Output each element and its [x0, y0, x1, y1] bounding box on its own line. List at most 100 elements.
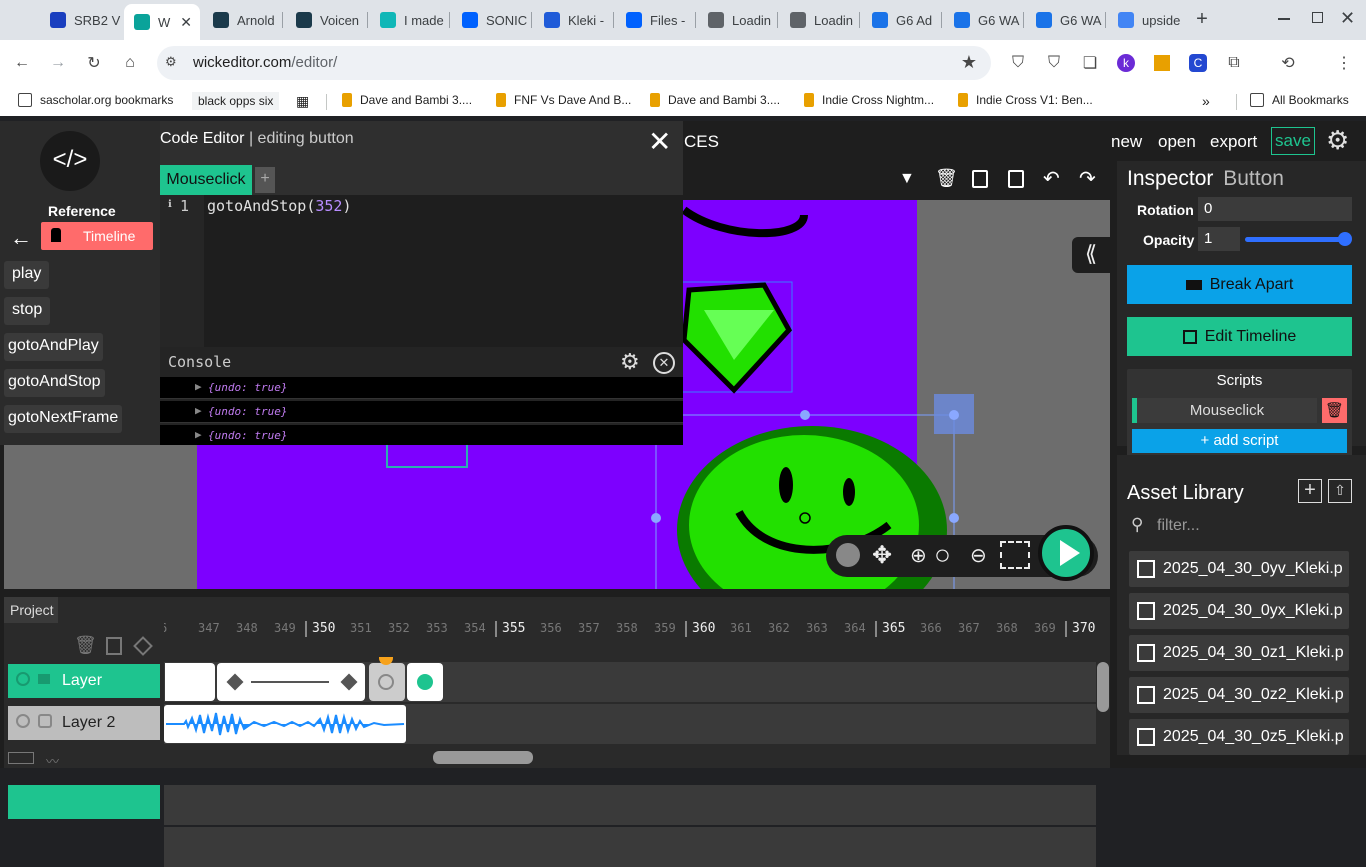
frame-number[interactable]: 360: [692, 621, 715, 636]
frame-number[interactable]: 347: [198, 621, 220, 635]
open-button[interactable]: open: [1158, 132, 1196, 152]
rotation-input[interactable]: 0: [1198, 197, 1352, 221]
layer-visible-icon[interactable]: [16, 672, 30, 686]
forward-icon[interactable]: →: [48, 53, 68, 73]
bookmark-dave-bambi-2[interactable]: Dave and Bambi 3....: [650, 93, 780, 107]
asset-item[interactable]: 2025_04_30_0yx_Kleki.p: [1129, 593, 1349, 629]
timeline-scrollbar-v[interactable]: [1097, 662, 1109, 712]
bookmark-indie-cross-v1[interactable]: Indie Cross V1: Ben...: [958, 93, 1093, 107]
frame-number[interactable]: 348: [236, 621, 258, 635]
frame-number[interactable]: 353: [426, 621, 448, 635]
close-window-icon[interactable]: ✕: [1340, 8, 1355, 29]
tab-close-icon[interactable]: ✕: [180, 14, 192, 31]
layer-visible-icon[interactable]: [16, 714, 30, 728]
apps-grid-icon[interactable]: ▦: [296, 93, 309, 110]
close-code-editor-icon[interactable]: ✕: [648, 125, 671, 158]
browser-tab[interactable]: G6 WA: [1026, 6, 1106, 34]
browser-tab[interactable]: W ✕: [124, 4, 200, 40]
ref-gotonextframe-button[interactable]: gotoNextFrame: [4, 405, 123, 433]
back-icon[interactable]: ←: [12, 53, 32, 73]
zoom-out-icon[interactable]: ⊖: [970, 543, 987, 568]
copy-icon[interactable]: [972, 170, 988, 188]
layer-item-2[interactable]: Layer 2: [8, 706, 160, 740]
delete-layer-icon[interactable]: 🗑: [74, 635, 97, 656]
frame-number[interactable]: 358: [616, 621, 638, 635]
save-button[interactable]: save: [1271, 127, 1315, 155]
bookmark-indie-cross-nightmare[interactable]: Indie Cross Nightm...: [804, 93, 934, 107]
site-info-icon[interactable]: ⚙: [165, 54, 177, 70]
asset-item[interactable]: 2025_04_30_0yv_Kleki.p: [1129, 551, 1349, 587]
timeline-category-button[interactable]: Timeline: [41, 222, 153, 250]
ref-gotoandstop-button[interactable]: gotoAndStop: [4, 369, 105, 397]
extension-k-icon[interactable]: k: [1116, 53, 1136, 73]
restore-icon[interactable]: [1312, 12, 1323, 23]
opacity-input[interactable]: 1: [1198, 227, 1240, 251]
asset-item[interactable]: 2025_04_30_0z5_Kleki.p: [1129, 719, 1349, 755]
frame-number[interactable]: 364: [844, 621, 866, 635]
extension-c-icon[interactable]: C: [1188, 53, 1208, 73]
fit-screen-icon[interactable]: [1000, 541, 1030, 569]
asset-item[interactable]: 2025_04_30_0z2_Kleki.p: [1129, 677, 1349, 713]
break-apart-button[interactable]: Break Apart: [1127, 265, 1352, 304]
all-bookmarks[interactable]: All Bookmarks: [1250, 93, 1349, 107]
frame-number[interactable]: 366: [920, 621, 942, 635]
new-tab-button[interactable]: +: [1192, 8, 1212, 32]
frame-number[interactable]: 370: [1072, 621, 1095, 636]
bookmark-fnf-vs-dave[interactable]: FNF Vs Dave And B...: [496, 93, 631, 107]
asset-item[interactable]: 2025_04_30_0z1_Kleki.p: [1129, 635, 1349, 671]
keyframe-frame[interactable]: [407, 663, 443, 701]
frame-number[interactable]: 368: [996, 621, 1018, 635]
frame-number[interactable]: 6: [164, 621, 167, 635]
delete-script-trash-icon[interactable]: 🗑: [1322, 398, 1347, 423]
opacity-slider[interactable]: [1245, 232, 1352, 246]
frame-block[interactable]: [165, 663, 215, 701]
layer-lock-icon[interactable]: [38, 674, 50, 684]
play-preview-button[interactable]: [1038, 525, 1094, 581]
extensions-puzzle-icon[interactable]: ⧉: [1224, 53, 1244, 73]
timeline-scrollbar-h[interactable]: [433, 751, 533, 764]
browser-tab[interactable]: G6 WA: [944, 6, 1024, 34]
reload-icon[interactable]: ↻: [84, 53, 104, 73]
script-tab-mouseclick[interactable]: Mouseclick: [160, 165, 252, 195]
extension-shield-icon[interactable]: ⛉: [1008, 53, 1028, 73]
upload-asset-icon[interactable]: ⇧: [1328, 479, 1352, 503]
frame-number[interactable]: 363: [806, 621, 828, 635]
bookmark-black-opps[interactable]: black opps six: [192, 92, 280, 110]
extension-lock-icon[interactable]: [1152, 53, 1172, 73]
redo-icon[interactable]: ↷: [1079, 166, 1096, 191]
add-layer-icon[interactable]: [8, 752, 34, 764]
frame-number[interactable]: 355: [502, 621, 525, 636]
zoom-icon[interactable]: ○: [934, 539, 951, 571]
frame-number[interactable]: 349: [274, 621, 296, 635]
browser-tab[interactable]: Voicen: [286, 6, 368, 34]
console-close-icon[interactable]: ✕: [653, 352, 675, 374]
frame-number[interactable]: 365: [882, 621, 905, 636]
console-row[interactable]: ▶ {undo: true}: [160, 425, 683, 445]
address-bar[interactable]: ⚙ wickeditor.com/editor/ ★: [157, 46, 991, 80]
zoom-in-icon[interactable]: ⊕: [910, 543, 927, 568]
ref-gotoandplay-button[interactable]: gotoAndPlay: [4, 333, 103, 361]
bookmark-sascholar[interactable]: sascholar.org bookmarks: [18, 93, 173, 107]
console-row[interactable]: ▶ {undo: true}: [160, 401, 683, 423]
menu-kebab-icon[interactable]: ⋮: [1334, 53, 1354, 73]
browser-tab[interactable]: SRB2 V: [40, 6, 122, 34]
frame-number[interactable]: 351: [350, 621, 372, 635]
console-settings-icon[interactable]: ⚙: [620, 349, 640, 375]
layer-button-1[interactable]: [8, 785, 160, 819]
frames-row-2[interactable]: [164, 827, 1096, 867]
edit-timeline-button[interactable]: Edit Timeline: [1127, 317, 1352, 356]
frame-number[interactable]: 359: [654, 621, 676, 635]
opacity-slider-knob[interactable]: [1338, 232, 1352, 246]
browser-tab[interactable]: SONIC: [452, 6, 532, 34]
home-icon[interactable]: ⌂: [120, 53, 140, 73]
extension-copy-icon[interactable]: ❏: [1080, 53, 1100, 73]
browser-tab[interactable]: G6 Ad: [862, 6, 942, 34]
frame-number[interactable]: 367: [958, 621, 980, 635]
console-row[interactable]: ▶ {undo: true}: [160, 377, 683, 399]
ref-play-button[interactable]: play: [4, 261, 50, 289]
frame-number[interactable]: 369: [1034, 621, 1056, 635]
bookmark-star-icon[interactable]: ★: [961, 52, 977, 73]
minimize-icon[interactable]: [1278, 18, 1290, 20]
new-button[interactable]: new: [1111, 132, 1142, 152]
layer-lock-icon[interactable]: [38, 714, 52, 728]
